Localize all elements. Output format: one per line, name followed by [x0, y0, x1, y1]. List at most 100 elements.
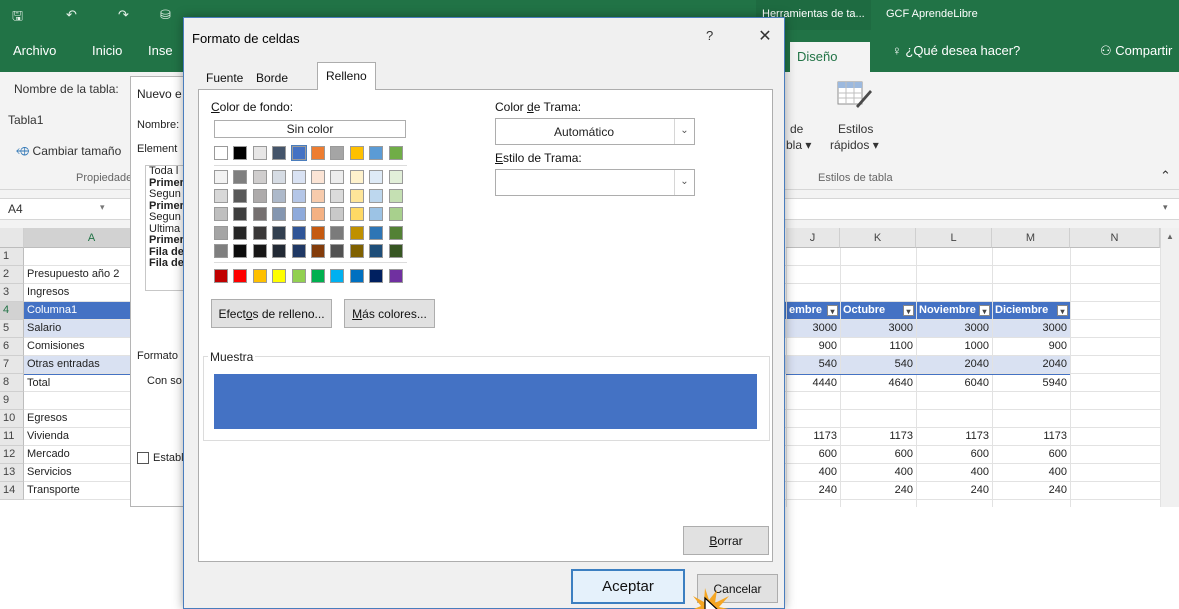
expense-value-cell[interactable]: 600 — [992, 446, 1070, 464]
undo-icon[interactable]: ↶ — [66, 7, 77, 23]
name-box-dropdown-icon[interactable]: ▾ — [100, 202, 105, 213]
expense-value-cell[interactable]: 240 — [840, 482, 916, 500]
color-swatch[interactable] — [272, 244, 287, 258]
quick-styles-icon[interactable] — [834, 76, 874, 116]
color-swatch[interactable] — [349, 207, 364, 221]
no-color-button[interactable]: Sin color — [214, 120, 406, 138]
color-swatch[interactable] — [272, 188, 287, 203]
color-swatch[interactable] — [388, 146, 403, 160]
table-value-cell[interactable]: 3000 — [992, 320, 1070, 338]
set-default-checkbox[interactable] — [137, 452, 149, 464]
color-swatch[interactable] — [311, 269, 325, 283]
color-swatch[interactable] — [330, 170, 345, 184]
table-value-cell[interactable]: 3000 — [916, 320, 992, 338]
share-button[interactable]: ⚇ Compartir — [1100, 43, 1172, 59]
color-swatch[interactable] — [291, 269, 306, 283]
color-swatch[interactable] — [233, 225, 248, 240]
column-header-k[interactable]: K — [840, 228, 916, 248]
color-swatch[interactable] — [252, 269, 267, 283]
close-icon[interactable]: ✕ — [754, 26, 776, 48]
color-swatch[interactable] — [272, 146, 287, 160]
tab-diseno[interactable]: Diseño — [790, 42, 870, 72]
tab-fuente[interactable]: Fuente — [198, 65, 251, 89]
color-swatch[interactable] — [214, 188, 228, 203]
filter-dropdown-icon[interactable]: ▾ — [979, 305, 990, 316]
table-value-cell[interactable]: 540 — [840, 356, 916, 374]
save-icon[interactable]: 🖫 — [12, 7, 23, 29]
color-swatch[interactable] — [388, 269, 403, 283]
expense-value-cell[interactable]: 400 — [840, 464, 916, 482]
color-swatch[interactable] — [272, 207, 287, 221]
expense-value-cell[interactable]: 400 — [992, 464, 1070, 482]
filter-dropdown-icon[interactable]: ▾ — [827, 305, 838, 316]
color-swatch[interactable] — [252, 225, 267, 240]
table-value-cell[interactable]: 2040 — [916, 356, 992, 374]
color-swatch[interactable] — [291, 207, 306, 221]
color-swatch[interactable] — [311, 207, 325, 221]
color-swatch[interactable] — [252, 188, 267, 203]
expense-value-cell[interactable]: 1173 — [992, 428, 1070, 446]
tell-me-input[interactable]: ♀ ¿Qué desea hacer? — [892, 43, 1020, 58]
quick-styles-label-1[interactable]: Estilos — [838, 122, 873, 136]
color-swatch[interactable] — [252, 146, 267, 160]
table-header-cell[interactable]: Diciembre ▾ — [992, 302, 1070, 320]
row-header[interactable]: 2 — [0, 266, 24, 284]
row-header[interactable]: 4 — [0, 302, 24, 320]
color-swatch[interactable] — [349, 269, 364, 283]
expense-value-cell[interactable]: 240 — [992, 482, 1070, 500]
color-swatch[interactable] — [349, 170, 364, 184]
filter-dropdown-icon[interactable]: ▾ — [1057, 305, 1068, 316]
filter-dropdown-icon[interactable]: ▾ — [903, 305, 914, 316]
color-swatch[interactable] — [311, 225, 325, 240]
color-swatch[interactable] — [311, 244, 325, 258]
more-colors-button[interactable]: Más colores... — [344, 299, 435, 328]
color-swatch[interactable] — [330, 146, 345, 160]
color-swatch[interactable] — [291, 244, 306, 258]
color-swatch[interactable] — [369, 146, 384, 160]
color-swatch[interactable] — [272, 269, 287, 283]
color-swatch[interactable] — [291, 170, 306, 184]
color-swatch[interactable] — [291, 225, 306, 240]
color-swatch[interactable] — [369, 188, 384, 203]
row-header[interactable]: 1 — [0, 248, 24, 266]
menu-insertar[interactable]: Inse — [148, 43, 173, 58]
color-swatch[interactable] — [330, 269, 345, 283]
expense-value-cell[interactable]: 1173 — [916, 428, 992, 446]
menu-archivo[interactable]: Archivo — [13, 43, 56, 58]
column-header-j[interactable]: J — [786, 228, 840, 248]
row-header[interactable]: 13 — [0, 464, 24, 482]
color-swatch[interactable] — [214, 225, 228, 240]
table-name-field[interactable]: Tabla1 — [8, 113, 43, 127]
color-swatch[interactable] — [233, 244, 248, 258]
table-header-cell[interactable]: embre ▾ — [786, 302, 840, 320]
tab-relleno[interactable]: Relleno — [317, 62, 376, 90]
expense-value-cell[interactable]: 240 — [916, 482, 992, 500]
collapse-ribbon-icon[interactable]: ⌃ — [1160, 168, 1171, 184]
partial-button-de[interactable]: de — [790, 122, 803, 136]
color-swatch[interactable] — [369, 225, 384, 240]
color-swatch[interactable] — [291, 188, 306, 203]
table-value-cell[interactable]: 3000 — [786, 320, 840, 338]
ok-button[interactable]: Aceptar — [571, 569, 685, 604]
color-swatch[interactable] — [349, 146, 364, 160]
expense-value-cell[interactable]: 1173 — [840, 428, 916, 446]
expand-formula-bar-icon[interactable]: ▾ — [1163, 202, 1168, 213]
chevron-down-icon[interactable]: ⌄ — [674, 170, 694, 195]
color-swatch[interactable] — [388, 225, 403, 240]
row-header[interactable]: 7 — [0, 356, 24, 374]
color-swatch[interactable] — [233, 269, 248, 283]
row-header[interactable]: 8 — [0, 374, 24, 392]
row-header[interactable]: 14 — [0, 482, 24, 500]
row-header[interactable]: 12 — [0, 446, 24, 464]
column-header-n[interactable]: N — [1070, 228, 1160, 248]
table-value-cell[interactable]: 1000 — [916, 338, 992, 356]
color-swatch[interactable] — [214, 146, 228, 160]
quick-styles-label-2[interactable]: rápidos ▾ — [830, 138, 879, 152]
color-swatch[interactable] — [369, 269, 384, 283]
expense-value-cell[interactable]: 240 — [786, 482, 840, 500]
partial-button-bla[interactable]: bla ▾ — [786, 138, 811, 152]
table-value-cell[interactable]: 900 — [992, 338, 1070, 356]
color-swatch[interactable] — [272, 225, 287, 240]
color-swatch[interactable] — [330, 188, 345, 203]
color-swatch[interactable] — [214, 170, 228, 184]
